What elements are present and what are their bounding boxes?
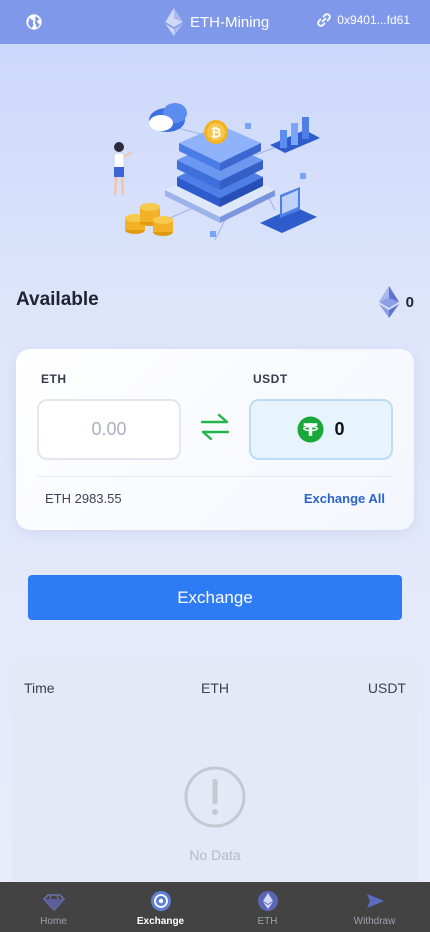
send-arrow-icon xyxy=(367,894,384,908)
card-divider xyxy=(37,476,393,477)
column-header-eth: ETH xyxy=(201,680,229,696)
tether-icon xyxy=(297,416,325,443)
to-currency-label: USDT xyxy=(253,372,288,386)
top-header: ETH-Mining 0x9401...fd61 xyxy=(0,0,430,44)
diamond-icon xyxy=(43,894,65,912)
ethereum-icon xyxy=(258,891,278,911)
exchange-card: ETH USDT 0 ETH 2983.55 Exchange All xyxy=(16,349,414,530)
exclamation-circle-icon xyxy=(184,766,246,828)
exchange-button[interactable]: Exchange xyxy=(28,575,402,620)
usdt-value: 0 xyxy=(334,419,345,439)
tab-withdraw[interactable]: Withdraw xyxy=(321,882,428,932)
eth-balance-text: ETH 2983.55 xyxy=(45,491,122,506)
bottom-tab-bar: Home Exchange ETH Withdraw xyxy=(0,882,430,932)
globe-icon[interactable] xyxy=(25,13,43,31)
tab-label: Withdraw xyxy=(353,916,396,927)
swap-arrows-icon[interactable] xyxy=(199,412,231,442)
ethereum-icon xyxy=(165,8,183,36)
available-balance: 0 xyxy=(378,286,414,318)
tab-label: Exchange xyxy=(136,916,185,927)
bar-chart-icon xyxy=(270,117,320,153)
tab-home[interactable]: Home xyxy=(0,882,107,932)
tab-eth[interactable]: ETH xyxy=(214,882,321,932)
coin-stack-icon xyxy=(125,203,173,236)
usdt-output-box: 0 xyxy=(249,399,393,460)
app-title: ETH-Mining xyxy=(190,13,270,31)
available-value: 0 xyxy=(405,293,414,311)
person-figure-icon xyxy=(113,142,133,196)
wallet-address: 0x9401...fd61 xyxy=(337,13,410,27)
exchange-circle-icon xyxy=(151,891,171,911)
exchange-all-link[interactable]: Exchange All xyxy=(304,491,385,506)
bitcoin-icon: ₿ xyxy=(204,120,228,144)
eth-amount-input[interactable] xyxy=(37,399,181,460)
ethereum-icon xyxy=(378,286,399,318)
tab-exchange[interactable]: Exchange xyxy=(107,882,214,932)
exchange-records-panel: Time ETH USDT No Data xyxy=(12,660,418,882)
available-label: Available xyxy=(16,289,99,310)
column-header-time: Time xyxy=(24,680,55,696)
mining-illustration: ₿ xyxy=(113,103,320,241)
column-header-usdt: USDT xyxy=(367,680,406,696)
svg-text:₿: ₿ xyxy=(211,125,222,140)
cloud-icon xyxy=(149,103,187,132)
wallet-connection[interactable]: 0x9401...fd61 xyxy=(316,12,410,28)
link-icon xyxy=(317,13,331,27)
tab-label: Home xyxy=(40,916,67,927)
app-title-group: ETH-Mining xyxy=(164,8,269,36)
tab-label: ETH xyxy=(257,916,278,927)
from-currency-label: ETH xyxy=(41,372,67,386)
empty-state-text: No Data xyxy=(189,847,241,863)
